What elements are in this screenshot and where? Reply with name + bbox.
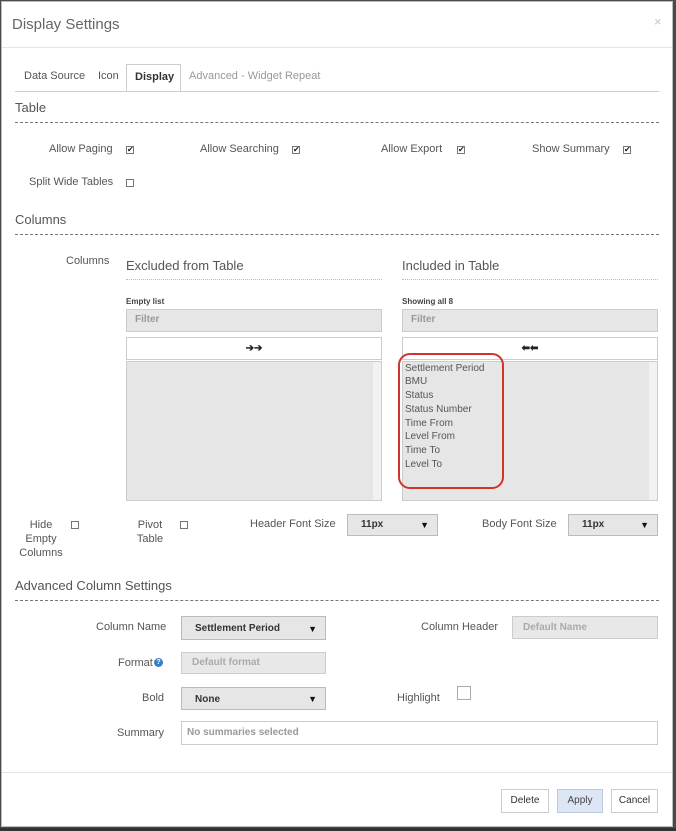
show-summary-checkbox[interactable]: ✔ — [623, 146, 631, 154]
apply-button[interactable]: Apply — [557, 789, 603, 813]
move-to-included-button[interactable]: ➔➔ — [126, 337, 382, 360]
hide-empty-label-line: Columns — [19, 547, 63, 559]
bold-select[interactable]: None ▼ — [181, 687, 326, 710]
arrow-right-icon: ➔➔ — [245, 343, 263, 354]
pivot-label-line: Pivot — [137, 519, 163, 531]
excluded-divider — [126, 279, 382, 280]
header-font-size-label: Header Font Size — [250, 518, 336, 530]
excluded-list[interactable] — [126, 361, 382, 501]
column-name-select[interactable]: Settlement Period ▼ — [181, 616, 326, 640]
header-font-size-select[interactable]: 11px ▼ — [347, 514, 438, 536]
allow-paging-checkbox[interactable]: ✔ — [126, 146, 134, 154]
tab-advanced-widget-repeat[interactable]: Advanced - Widget Repeat — [181, 64, 328, 92]
body-font-size-select[interactable]: 11px ▼ — [568, 514, 658, 536]
hide-empty-label-line: Empty — [25, 533, 57, 545]
hide-empty-label-line: Hide — [29, 519, 53, 531]
chevron-down-icon: ▼ — [420, 520, 429, 530]
included-filter-input[interactable]: Filter — [402, 309, 658, 332]
column-header-label: Column Header — [421, 621, 499, 633]
allow-export-label: Allow Export — [381, 143, 443, 155]
excluded-heading: Excluded from Table — [126, 258, 244, 273]
body-font-size-label: Body Font Size — [482, 518, 557, 530]
highlight-checkbox[interactable] — [457, 686, 471, 700]
column-name-label: Column Name — [96, 621, 167, 633]
help-icon[interactable]: ? — [154, 658, 163, 667]
summary-input[interactable]: No summaries selected — [181, 721, 658, 745]
table-section-divider — [15, 122, 659, 123]
bold-value: None — [195, 694, 220, 705]
advanced-section-divider — [15, 600, 659, 601]
display-settings-dialog: Display Settings × Data Source Icon Disp… — [1, 1, 673, 827]
columns-section-divider — [15, 234, 659, 235]
pivot-table-checkbox[interactable] — [180, 521, 188, 529]
highlight-annotation — [398, 353, 504, 489]
pivot-label-line: Table — [136, 533, 164, 545]
included-status: Showing all 8 — [402, 297, 454, 306]
split-wide-tables-label: Split Wide Tables — [29, 176, 114, 188]
hide-empty-columns-label: Hide Empty Columns — [18, 518, 64, 560]
column-name-value: Settlement Period — [195, 623, 281, 634]
dialog-title: Display Settings — [12, 16, 120, 33]
allow-export-checkbox[interactable]: ✔ — [457, 146, 465, 154]
header-divider — [2, 47, 672, 48]
excluded-list-scrollbar[interactable] — [373, 362, 381, 500]
split-wide-tables-checkbox[interactable] — [126, 179, 134, 187]
header-font-size-value: 11px — [361, 519, 384, 530]
chevron-down-icon: ▼ — [308, 624, 317, 634]
tab-data-source[interactable]: Data Source — [16, 64, 93, 92]
hide-empty-columns-checkbox[interactable] — [71, 521, 79, 529]
footer-divider — [2, 772, 672, 773]
close-icon[interactable]: × — [654, 14, 662, 29]
table-section-heading: Table — [15, 100, 47, 115]
chevron-down-icon: ▼ — [308, 694, 317, 704]
format-label: Format — [118, 657, 153, 669]
show-summary-label: Show Summary — [532, 143, 610, 155]
excluded-filter-input[interactable]: Filter — [126, 309, 382, 332]
cancel-button[interactable]: Cancel — [611, 789, 658, 813]
body-font-size-value: 11px — [582, 519, 605, 530]
included-divider — [402, 279, 658, 280]
arrow-left-icon: ⬅⬅ — [521, 343, 539, 354]
allow-paging-label: Allow Paging — [49, 143, 113, 155]
tab-icon[interactable]: Icon — [90, 64, 127, 92]
columns-section-heading: Columns — [15, 212, 67, 227]
chevron-down-icon: ▼ — [640, 520, 649, 530]
allow-searching-checkbox[interactable]: ✔ — [292, 146, 300, 154]
allow-searching-label: Allow Searching — [200, 143, 279, 155]
tab-bar-line — [15, 91, 659, 92]
included-list-scrollbar[interactable] — [649, 362, 657, 500]
excluded-status: Empty list — [126, 297, 165, 306]
bold-label: Bold — [142, 692, 165, 704]
format-input[interactable]: Default format — [181, 652, 326, 674]
included-heading: Included in Table — [402, 258, 500, 273]
advanced-section-heading: Advanced Column Settings — [15, 578, 172, 593]
columns-field-label: Columns — [66, 255, 110, 267]
summary-label: Summary — [117, 727, 165, 739]
delete-button[interactable]: Delete — [501, 789, 549, 813]
pivot-table-label: Pivot Table — [130, 518, 170, 546]
tab-display[interactable]: Display — [126, 64, 181, 92]
highlight-label: Highlight — [397, 692, 440, 704]
column-header-input[interactable]: Default Name — [512, 616, 658, 639]
